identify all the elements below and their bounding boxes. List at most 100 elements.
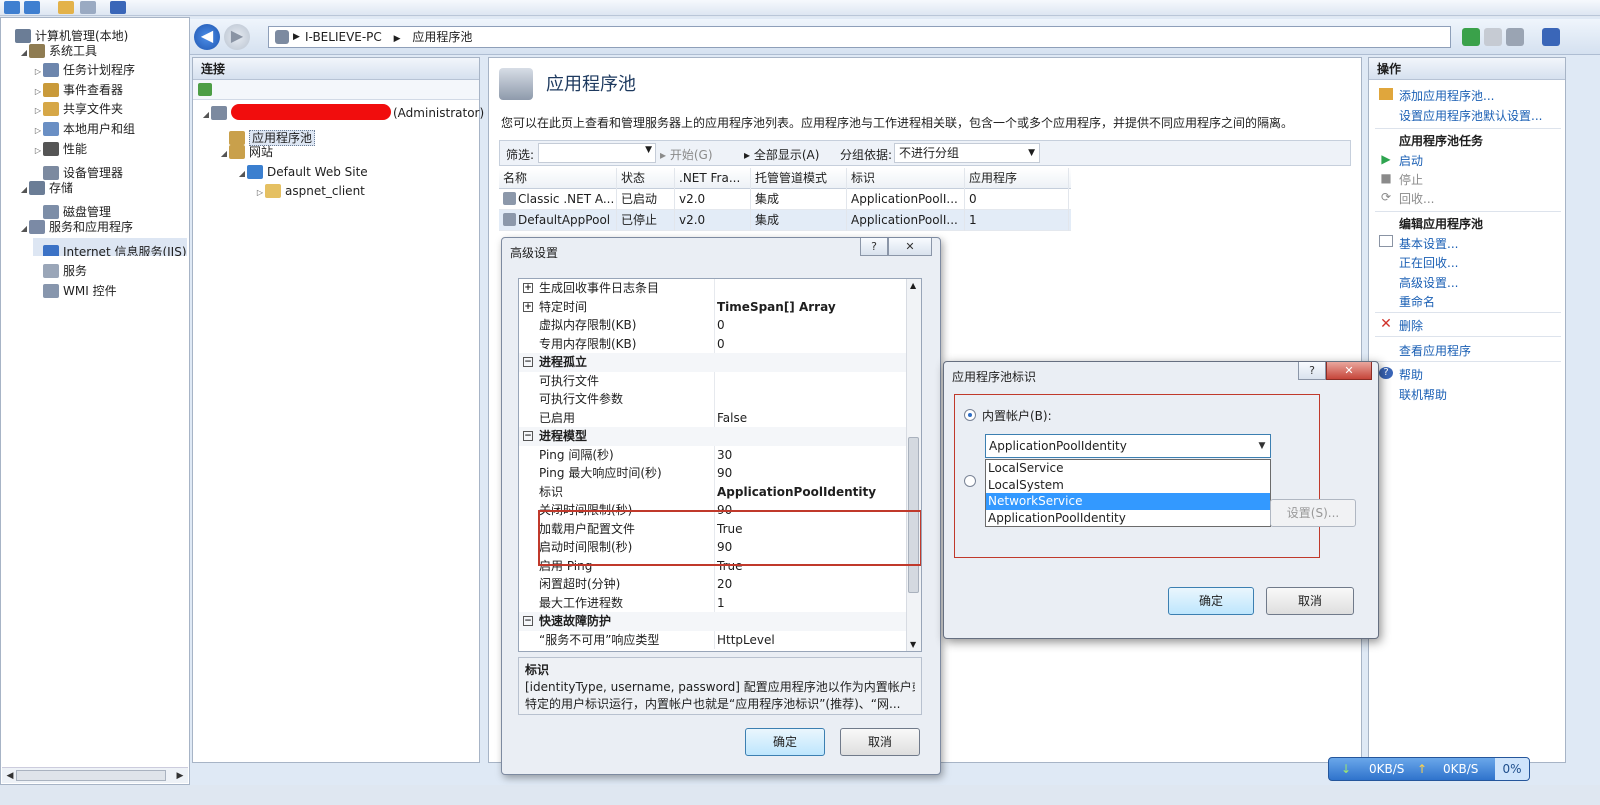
connect-icon[interactable] [198,83,212,96]
connection-tree-item[interactable]: ◢ 网站 [219,143,273,161]
property-scrollbar[interactable]: ▲ ▼ [906,279,921,651]
column-header[interactable]: 名称 [499,168,617,189]
tree-expander[interactable]: ◢ [237,165,247,183]
tree-item[interactable]: ◢ 服务和应用程序 [19,218,133,236]
help-menu-icon[interactable] [1542,28,1560,46]
horizontal-scrollbar[interactable]: ◀ ▶ [2,767,188,783]
start-link[interactable]: 启动 [1399,152,1423,169]
tree-item[interactable]: ▷ 本地用户和组 [33,120,135,138]
property-value[interactable]: 1 [717,594,907,613]
address-box[interactable]: ▶ I-BELIEVE-PC ▶ 应用程序池 [268,26,1451,48]
tree-item[interactable]: ◢ 存储 [19,179,73,197]
collapse-icon[interactable]: − [523,431,533,441]
column-header[interactable]: 状态 [617,168,675,189]
builtin-account-radio[interactable] [964,409,976,421]
tree-expander[interactable]: ▷ [33,63,43,81]
tree-item[interactable]: ▷ 任务计划程序 [33,61,135,79]
back-arrow-icon[interactable] [4,1,20,14]
tree-expander[interactable]: ▷ [33,102,43,120]
property-row[interactable]: “服务不可用”响应类型 HttpLevel [519,630,921,650]
property-category[interactable]: − 进程模型 [519,427,921,446]
scroll-thumb[interactable] [16,770,166,781]
help-icon[interactable] [110,1,126,14]
column-header[interactable]: 托管管道模式 [751,168,847,189]
collapse-icon[interactable]: − [523,616,533,626]
set-credentials-button[interactable]: 设置(S)... [1270,499,1356,527]
property-row[interactable]: 虚拟内存限制(KB) 0 [519,316,921,335]
property-value[interactable]: 90 [717,464,907,483]
property-row[interactable]: Ping 最大响应时间(秒) 90 [519,464,921,483]
property-row[interactable]: 可执行文件 [519,371,921,390]
delete-link[interactable]: 删除 [1399,317,1423,334]
property-row[interactable]: 闲置超时(分钟) 20 [519,575,921,594]
breadcrumb-page[interactable]: 应用程序池 [412,30,472,44]
recycle-link[interactable]: 回收... [1399,190,1434,207]
account-option[interactable]: ApplicationPoolIdentity [986,510,1270,527]
filter-input[interactable]: ▼ [538,143,656,163]
dialog-close-button[interactable]: ✕ [1326,362,1372,380]
show-tree-icon[interactable] [80,1,96,14]
collapse-icon[interactable]: − [523,357,533,367]
rename-link[interactable]: 重命名 [1399,293,1435,310]
tree-item[interactable]: 设备管理器 [33,159,123,181]
tree-expander[interactable]: ▷ [33,142,43,160]
builtin-account-select[interactable]: ApplicationPoolIdentity ▼ [985,434,1271,458]
add-app-pool-link[interactable]: 添加应用程序池... [1399,87,1494,104]
property-row[interactable]: + 生成回收事件日志条目 [519,279,921,298]
expand-icon[interactable]: + [523,301,533,312]
recycling-link[interactable]: 正在回收... [1399,254,1458,271]
ok-button[interactable]: 确定 [1168,587,1254,615]
connection-tree-item[interactable]: ◢ Default Web Site [237,163,368,181]
property-value[interactable]: 30 [717,446,907,465]
stop-link[interactable]: 停止 [1399,171,1423,188]
refresh-icon[interactable] [1462,28,1480,46]
property-category[interactable]: − 进程孤立 [519,353,921,372]
tree-expander[interactable]: ▷ [33,83,43,101]
property-row[interactable]: + 特定时间 TimeSpan[] Array [519,297,921,317]
dialog-help-button[interactable]: ? [1298,362,1326,380]
cancel-button[interactable]: 取消 [840,728,920,756]
start-filter-button[interactable]: ▸ 开始(G) [660,146,713,163]
connection-tree-item[interactable]: ◢ (Administrator) [201,104,484,122]
tree-expander[interactable]: ◢ [219,145,229,163]
column-header[interactable]: 标识 [847,168,965,189]
back-button[interactable]: ◀ [194,24,220,50]
forward-arrow-icon[interactable] [24,1,40,14]
property-value[interactable]: HttpLevel [717,631,907,650]
breadcrumb-server[interactable]: I-BELIEVE-PC [305,30,382,44]
scroll-down-icon[interactable]: ▼ [910,640,916,649]
basic-settings-link[interactable]: 基本设置... [1399,235,1458,252]
forward-button[interactable]: ▶ [224,24,250,50]
scroll-left-icon[interactable]: ◀ [4,770,16,782]
tree-item[interactable]: 计算机管理(本地) [5,22,128,43]
custom-account-radio[interactable] [964,475,976,487]
account-option[interactable]: LocalService [986,460,1270,477]
folder-up-icon[interactable] [58,1,74,14]
tree-item[interactable]: Internet 信息服务(IIS)管 [33,237,187,256]
connection-tree-item[interactable]: 应用程序池 [219,124,316,146]
view-apps-link[interactable]: 查看应用程序 [1399,342,1471,359]
property-row[interactable]: 已启用 False [519,408,921,428]
tree-item[interactable]: ▷ 共享文件夹 [33,100,123,118]
tree-item[interactable]: 服务 [33,257,87,279]
property-value[interactable]: 0 [717,335,907,354]
advanced-settings-link[interactable]: 高级设置... [1399,274,1458,291]
table-row[interactable]: DefaultAppPool 已停止 v2.0 集成 ApplicationPoolI.… [499,210,1071,231]
property-value[interactable]: 20 [717,575,907,594]
table-row[interactable]: Classic .NET A... 已启动 v2.0 集成 ApplicationPoo… [499,189,1071,210]
property-row[interactable]: 可执行文件参数 [519,390,921,409]
tree-expander[interactable]: ◢ [19,220,29,238]
set-pool-defaults-link[interactable]: 设置应用程序池默认设置... [1399,107,1542,124]
show-all-button[interactable]: ▸ 全部显示(A) [744,146,819,163]
tree-expander[interactable]: ▷ [33,122,43,140]
property-value[interactable]: TimeSpan[] Array [717,298,907,317]
tree-item[interactable]: WMI 控件 [33,277,117,298]
column-header[interactable]: .NET Fra... [675,168,751,189]
tree-item[interactable]: ▷ 事件查看器 [33,81,123,99]
dialog-help-button[interactable]: ? [860,238,888,256]
tree-item[interactable]: ◢ 系统工具 [19,42,97,60]
help-link[interactable]: 帮助 [1399,366,1423,383]
online-help-link[interactable]: 联机帮助 [1399,386,1447,403]
property-value[interactable]: False [717,409,907,428]
property-value[interactable]: 0 [717,316,907,335]
